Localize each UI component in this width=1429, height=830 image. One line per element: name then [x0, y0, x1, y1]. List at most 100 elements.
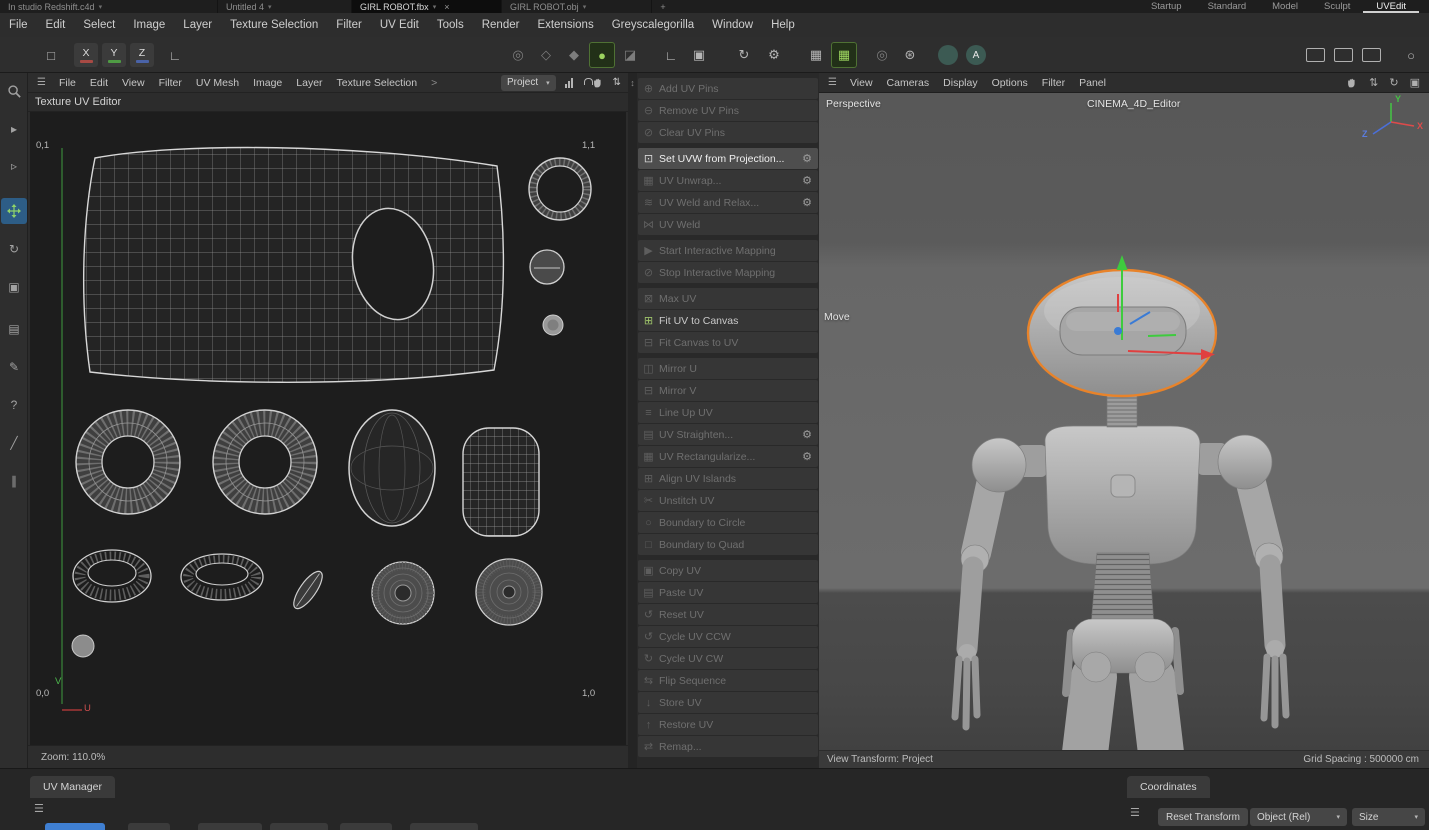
move-tool-button[interactable]: [1, 198, 27, 224]
cutoff-button[interactable]: [198, 823, 262, 830]
tool-settings-gear-icon[interactable]: ⚙: [761, 42, 787, 68]
snapping-rings-icon[interactable]: ◎: [869, 42, 895, 68]
layout-model[interactable]: Model: [1259, 0, 1311, 13]
dolly-icon[interactable]: ⇅: [1369, 76, 1378, 89]
viewport-menu-view[interactable]: View: [843, 77, 880, 89]
command-uv-weld-and-relax[interactable]: ≋ UV Weld and Relax... ⚙: [638, 192, 818, 213]
command-align-uv-islands[interactable]: ⊞ Align UV Islands: [638, 468, 818, 489]
uv-menu-filter[interactable]: Filter: [152, 77, 189, 89]
command-uv-rectangularize[interactable]: ▦ UV Rectangularize... ⚙: [638, 446, 818, 467]
menu-greyscalegorilla[interactable]: Greyscalegorilla: [603, 19, 703, 31]
snap-settings-icon[interactable]: ⊛: [897, 42, 923, 68]
command-cycle-uv-ccw[interactable]: ↺ Cycle UV CCW: [638, 626, 818, 647]
viewport-3d-view[interactable]: Perspective CINEMA_4D_Editor Move Y Z X: [819, 93, 1429, 750]
help-tool-icon[interactable]: ?: [1, 392, 27, 418]
points-mode-icon[interactable]: ◎: [505, 42, 531, 68]
viewport-menu-options[interactable]: Options: [985, 77, 1035, 89]
pan-hand-icon[interactable]: [1346, 76, 1358, 89]
uv-polygons-mode-icon[interactable]: ●: [589, 42, 615, 68]
render-settings-icon[interactable]: [1358, 42, 1384, 68]
command-store-uv[interactable]: ↓ Store UV: [638, 692, 818, 713]
texture-source-dropdown[interactable]: Project ▾: [500, 74, 556, 91]
scale-tool-button[interactable]: ▣: [1, 274, 27, 300]
uv-menu-image[interactable]: Image: [246, 77, 289, 89]
command-set-uvw-from-projection[interactable]: ⊡ Set UVW from Projection... ⚙: [638, 148, 818, 169]
layout-standard[interactable]: Standard: [1195, 0, 1260, 13]
rectangle-selection-tool-icon[interactable]: ▹: [1, 153, 27, 179]
coordinate-system-icon[interactable]: ∟: [162, 42, 188, 68]
command-boundary-to-quad[interactable]: □ Boundary to Quad: [638, 534, 818, 555]
menu-file[interactable]: File: [0, 19, 37, 31]
rotate-tool-button[interactable]: ↻: [1, 236, 27, 262]
menu-select[interactable]: Select: [74, 19, 124, 31]
command-uv-unwrap[interactable]: ▦ UV Unwrap... ⚙: [638, 170, 818, 191]
menu-window[interactable]: Window: [703, 19, 762, 31]
command-mirror-u[interactable]: ◫ Mirror U: [638, 358, 818, 379]
hamburger-icon[interactable]: ☰: [819, 77, 843, 88]
command-max-uv[interactable]: ⊠ Max UV: [638, 288, 818, 309]
enable-axis-icon[interactable]: ∟: [658, 42, 684, 68]
uv-canvas[interactable]: 0,1 1,1 0,0 1,0 V U: [30, 112, 626, 745]
command-paste-uv[interactable]: ▤ Paste UV: [638, 582, 818, 603]
brush-tool-icon[interactable]: ✎: [1, 354, 27, 380]
size-dropdown[interactable]: Size ▾: [1352, 808, 1425, 826]
command-copy-uv[interactable]: ▣ Copy UV: [638, 560, 818, 581]
menu-texture-selection[interactable]: Texture Selection: [221, 19, 327, 31]
axis-z-lock-button[interactable]: Z: [130, 43, 154, 67]
render-view-icon[interactable]: [1302, 42, 1328, 68]
region-tool-icon[interactable]: ▤: [1, 316, 27, 342]
command-boundary-to-circle[interactable]: ○ Boundary to Circle: [638, 512, 818, 533]
zoom-tool-icon[interactable]: [1, 78, 27, 104]
new-document-tab-button[interactable]: +: [652, 0, 674, 13]
axis-x-lock-button[interactable]: X: [74, 43, 98, 67]
command-fit-canvas-to-uv[interactable]: ⊟ Fit Canvas to UV: [638, 332, 818, 353]
camera-projection-label[interactable]: Perspective: [826, 98, 881, 110]
document-tab[interactable]: In studio Redshift.c4d ▾: [0, 0, 218, 13]
menu-render[interactable]: Render: [473, 19, 529, 31]
maximize-view-icon[interactable]: ▣: [1410, 76, 1420, 89]
uv-menu-uv-mesh[interactable]: UV Mesh: [189, 77, 246, 89]
knife-tool-icon[interactable]: ╱: [1, 430, 27, 456]
annotation-icon[interactable]: A: [963, 42, 989, 68]
editor-camera-label[interactable]: CINEMA_4D_Editor: [1087, 98, 1180, 110]
command-flip-sequence[interactable]: ⇆ Flip Sequence: [638, 670, 818, 691]
layout-startup[interactable]: Startup: [1138, 0, 1195, 13]
command-uv-weld[interactable]: ⋈ UV Weld: [638, 214, 818, 235]
reset-transform-button[interactable]: Reset Transform: [1158, 808, 1248, 826]
uv-points-mode-icon[interactable]: ◪: [617, 42, 643, 68]
snap-grid-icon[interactable]: ▦: [831, 42, 857, 68]
parallel-tool-icon[interactable]: ∥: [1, 468, 27, 494]
command-stop-interactive-mapping[interactable]: ⊘ Stop Interactive Mapping: [638, 262, 818, 283]
document-tab[interactable]: GIRL ROBOT.obj ▾: [502, 0, 652, 13]
menu-edit[interactable]: Edit: [37, 19, 75, 31]
scroll-updown-icon[interactable]: ⇅: [613, 77, 628, 88]
tab-coordinates[interactable]: Coordinates: [1127, 776, 1210, 798]
polygons-mode-icon[interactable]: ◆: [561, 42, 587, 68]
viewport-menu-panel[interactable]: Panel: [1072, 77, 1113, 89]
menu-uv-edit[interactable]: UV Edit: [371, 19, 428, 31]
menu-layer[interactable]: Layer: [174, 19, 221, 31]
live-selection-tool-icon[interactable]: ▸: [1, 116, 27, 142]
hand-icon[interactable]: [592, 76, 604, 89]
layout-sculpt[interactable]: Sculpt: [1311, 0, 1363, 13]
cutoff-active-button[interactable]: [45, 823, 105, 830]
close-icon[interactable]: ×: [444, 2, 449, 12]
command-add-uv-pins[interactable]: ⊕ Add UV Pins: [638, 78, 818, 99]
uv-menu-view[interactable]: View: [115, 77, 152, 89]
command-start-interactive-mapping[interactable]: ▶ Start Interactive Mapping: [638, 240, 818, 261]
viewport-menu-cameras[interactable]: Cameras: [880, 77, 937, 89]
object-mode-dropdown[interactable]: Object (Rel) ▾: [1250, 808, 1347, 826]
command-unstitch-uv[interactable]: ✂ Unstitch UV: [638, 490, 818, 511]
grid-icon[interactable]: ▦: [803, 42, 829, 68]
command-options-gear-icon[interactable]: ⚙: [802, 152, 818, 165]
command-clear-uv-pins[interactable]: ⊘ Clear UV Pins: [638, 122, 818, 143]
cutoff-button[interactable]: [340, 823, 392, 830]
command-remap[interactable]: ⇄ Remap...: [638, 736, 818, 757]
layout-uvedit[interactable]: UVEdit: [1363, 0, 1419, 13]
shaded-mode-icon[interactable]: [935, 42, 961, 68]
histogram-icon[interactable]: [564, 77, 573, 88]
rotate-view-icon[interactable]: ↻: [1389, 76, 1398, 89]
interactive-render-region-icon[interactable]: ○: [1398, 42, 1424, 68]
command-options-gear-icon[interactable]: ⚙: [802, 450, 818, 463]
cutoff-button[interactable]: [410, 823, 478, 830]
